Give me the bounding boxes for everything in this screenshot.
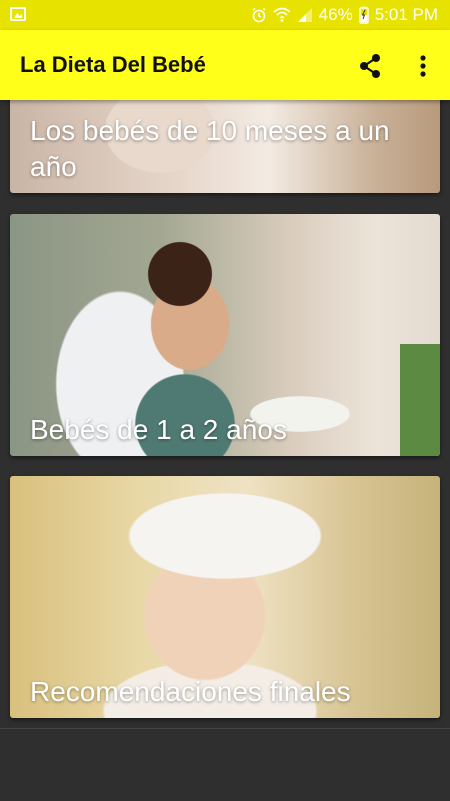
card-caption: Los bebés de 10 meses a un año	[30, 115, 390, 182]
more-options-button[interactable]	[412, 52, 434, 80]
battery-percent: 46%	[318, 5, 353, 24]
status-icons: 46% 5:01 PM	[251, 5, 438, 25]
alarm-icon	[252, 7, 266, 23]
card-final-recommendations[interactable]: Recomendaciones finales	[10, 476, 440, 718]
card-caption: Recomendaciones finales	[30, 676, 351, 707]
share-icon	[360, 54, 380, 78]
card-list[interactable]: Los bebés de 10 meses a un año Bebés de …	[0, 100, 450, 728]
gallery-notification-icon	[10, 7, 26, 21]
wifi-icon	[273, 7, 291, 22]
app-title: La Dieta Del Bebé	[20, 52, 206, 77]
ad-banner-area	[0, 728, 450, 801]
card-1-to-2-years[interactable]: Bebés de 1 a 2 años	[10, 214, 440, 456]
battery-charging-icon	[358, 6, 369, 24]
card-10-months-to-1-year[interactable]: Los bebés de 10 meses a un año	[10, 100, 440, 193]
status-bar: 46% 5:01 PM	[0, 0, 450, 30]
signal-icon	[297, 8, 312, 22]
more-vert-icon	[420, 55, 426, 77]
card-caption: Bebés de 1 a 2 años	[30, 414, 287, 445]
share-button[interactable]	[356, 52, 384, 80]
clock: 5:01 PM	[374, 5, 438, 24]
app-bar: La Dieta Del Bebé	[0, 30, 450, 100]
